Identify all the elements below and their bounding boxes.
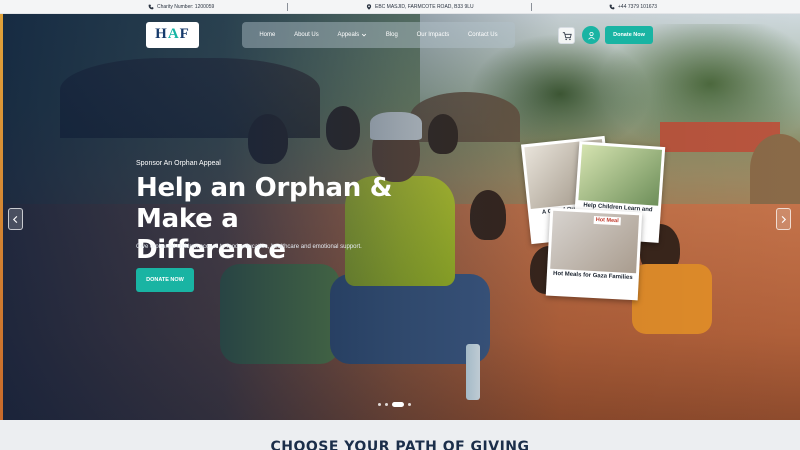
nav-appeals[interactable]: Appeals — [337, 32, 367, 38]
nav-home[interactable]: Home — [259, 32, 275, 38]
carousel-dot[interactable] — [385, 403, 388, 406]
location-icon — [366, 4, 372, 10]
address: EBC MASJID, FARMCOTE ROAD, B33 9LU — [366, 0, 474, 14]
nav-our-impacts[interactable]: Our Impacts — [417, 32, 450, 38]
giving-section: CHOOSE YOUR PATH OF GIVING — [0, 420, 800, 450]
hero-eyebrow: Sponsor An Orphan Appeal — [136, 160, 221, 167]
phone-icon — [148, 4, 154, 10]
topbar-divider — [531, 3, 532, 11]
logo-mark: HAF — [155, 26, 190, 42]
nav-blog[interactable]: Blog — [386, 32, 398, 38]
nav-contact-us[interactable]: Contact Us — [468, 32, 498, 38]
hero-description: Give orphaned children access to food, e… — [136, 244, 362, 250]
charity-number-text: Charity Number: 1200059 — [157, 4, 215, 10]
phone-text[interactable]: +44 7379 101673 — [618, 4, 657, 10]
chevron-down-icon — [362, 33, 367, 37]
nav-about-us[interactable]: About Us — [294, 32, 319, 38]
phone[interactable]: +44 7379 101673 — [609, 0, 657, 14]
appeal-card-gaza[interactable]: Hot Meal Hot Meals for Gaza Families — [545, 207, 643, 301]
donate-now-button[interactable]: Donate Now — [605, 26, 653, 44]
chevron-right-icon — [781, 215, 787, 223]
cart-icon — [562, 31, 572, 40]
hero-donate-button[interactable]: DONATE NOW — [136, 268, 194, 292]
chevron-left-icon — [12, 215, 18, 223]
address-text: EBC MASJID, FARMCOTE ROAD, B33 9LU — [375, 4, 474, 10]
card-badge: Hot Meal — [593, 215, 621, 226]
main-nav: Home About Us Appeals Blog Our Impacts C… — [242, 22, 515, 48]
card-photo — [578, 144, 663, 206]
hero-carousel: A Gift of Qur'an and Learning Help Child… — [0, 14, 800, 420]
cart-button[interactable] — [558, 27, 575, 44]
account-button[interactable] — [582, 26, 600, 44]
top-info-bar: Charity Number: 1200059 EBC MASJID, FARM… — [0, 0, 800, 14]
section-title: CHOOSE YOUR PATH OF GIVING — [270, 439, 530, 450]
carousel-dot[interactable] — [378, 403, 381, 406]
hero-overlay — [0, 14, 800, 420]
carousel-dots — [378, 402, 411, 407]
user-icon — [587, 31, 595, 40]
edge-strip — [0, 14, 3, 420]
site-logo[interactable]: HAF — [146, 22, 199, 48]
carousel-next-button[interactable] — [776, 208, 791, 230]
carousel-dot[interactable] — [408, 403, 411, 406]
nav-appeals-label: Appeals — [337, 32, 360, 38]
hero-headline: Help an Orphan & Make a Difference — [136, 173, 393, 265]
carousel-dot[interactable] — [392, 402, 404, 407]
phone-icon — [609, 4, 615, 10]
carousel-prev-button[interactable] — [8, 208, 23, 230]
charity-number: Charity Number: 1200059 — [148, 0, 214, 14]
topbar-divider — [287, 3, 288, 11]
